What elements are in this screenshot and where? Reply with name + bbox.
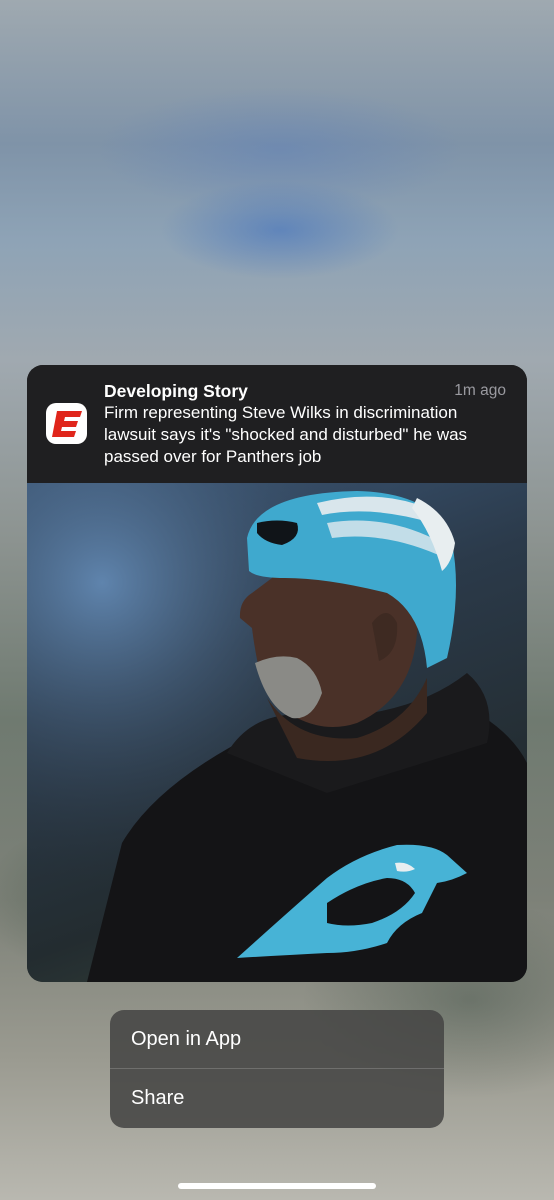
notification-card[interactable]: Developing Story 1m ago Firm representin…	[27, 365, 527, 982]
context-menu: Open in App Share	[110, 1010, 444, 1128]
espn-e-icon	[51, 410, 82, 437]
home-indicator[interactable]	[178, 1183, 376, 1189]
espn-app-icon	[46, 403, 87, 444]
notification-header: Developing Story 1m ago Firm representin…	[27, 365, 527, 483]
share-button[interactable]: Share	[110, 1068, 444, 1128]
open-in-app-button[interactable]: Open in App	[110, 1010, 444, 1068]
notification-body: Firm representing Steve Wilks in discrim…	[104, 403, 468, 466]
notification-time: 1m ago	[454, 382, 506, 399]
notification-image	[27, 483, 527, 982]
notification-title: Developing Story	[104, 381, 248, 401]
